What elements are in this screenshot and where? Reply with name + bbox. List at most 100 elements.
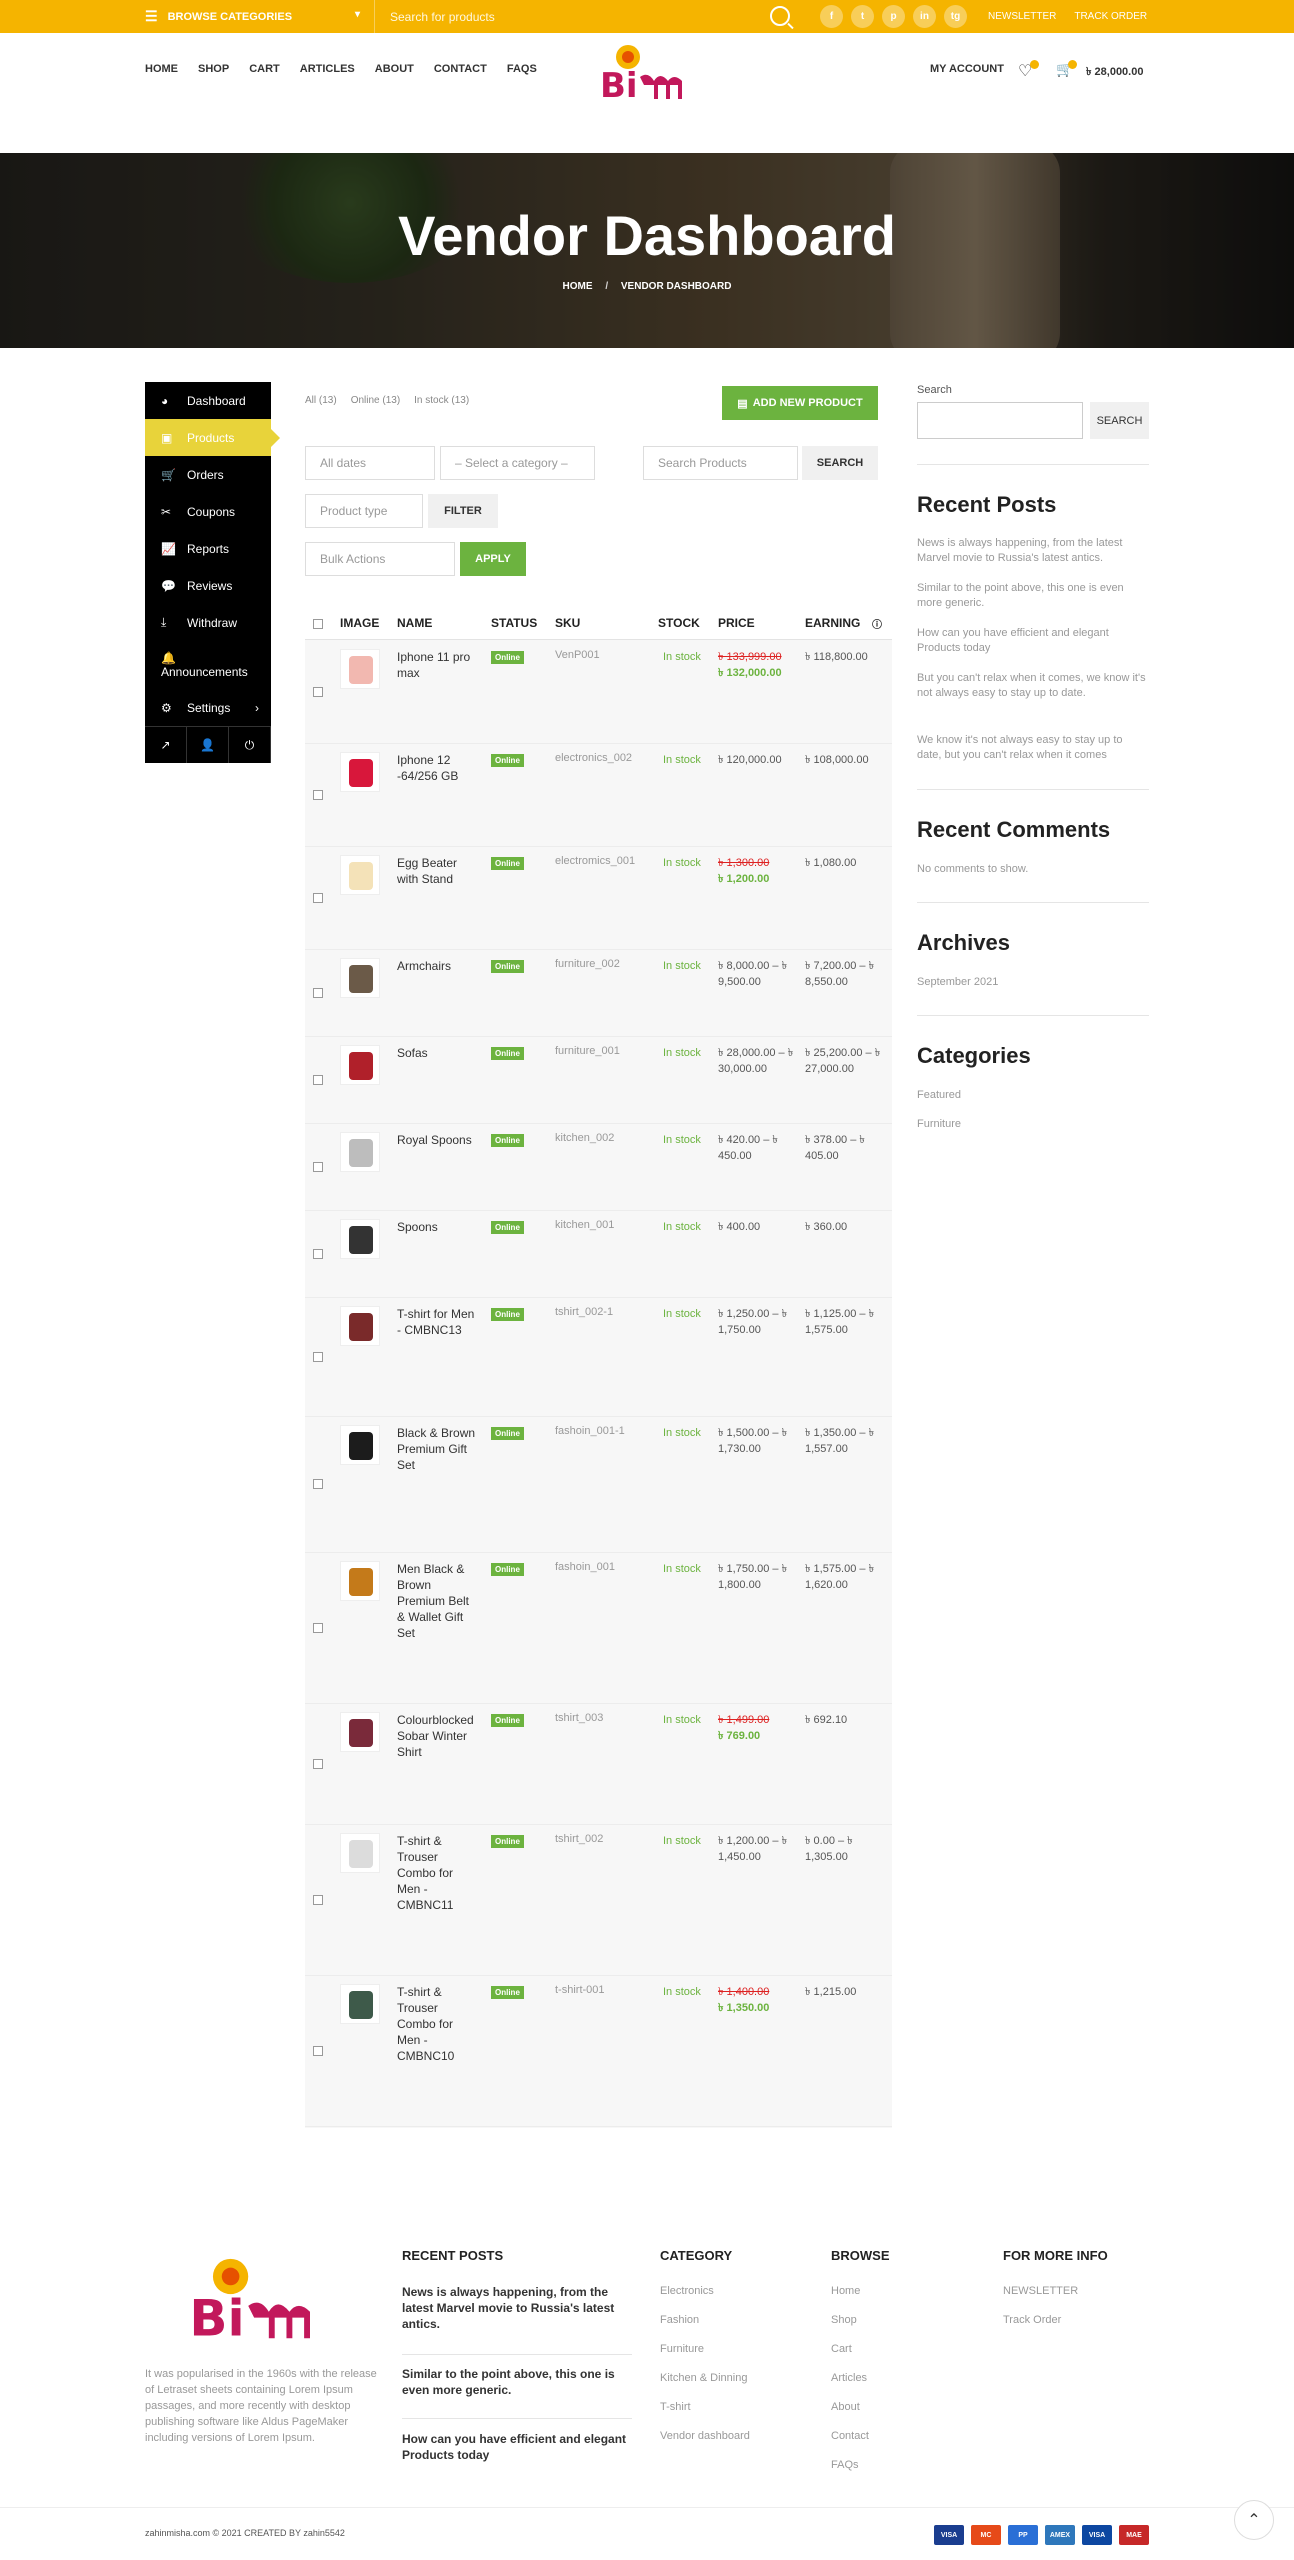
pinterest-icon[interactable]: p — [882, 5, 905, 28]
product-thumbnail[interactable] — [340, 958, 380, 998]
footer-browse-link[interactable]: FAQs — [831, 2459, 859, 2471]
select-all-checkbox[interactable] — [313, 619, 323, 629]
browse-categories-button[interactable]: ☰ BROWSE CATEGORIES ▾ — [145, 0, 375, 33]
footer-category-link[interactable]: Fashion — [660, 2314, 699, 2326]
category-filter-select[interactable]: – Select a category – — [440, 446, 595, 480]
row-checkbox[interactable] — [313, 1759, 323, 1769]
sidebar-item-announcements[interactable]: 🔔 Announcements — [145, 641, 271, 689]
sidebar-item-reviews[interactable]: 💬 Reviews — [145, 567, 271, 604]
filter-online[interactable]: Online (13) — [351, 395, 400, 406]
scroll-to-top-button[interactable]: ⌃ — [1234, 2500, 1274, 2540]
product-thumbnail[interactable] — [340, 855, 380, 895]
track-order-link[interactable]: TRACK ORDER — [1074, 11, 1147, 22]
product-name-link[interactable]: T-shirt & Trouser Combo for Men - CMBNC1… — [397, 1833, 479, 1913]
nav-shop[interactable]: SHOP — [198, 63, 229, 75]
sidebar-item-dashboard[interactable]: ◕ Dashboard — [145, 382, 271, 419]
row-checkbox[interactable] — [313, 1249, 323, 1259]
footer-logo[interactable]: Bi — [180, 2250, 340, 2350]
column-name[interactable]: NAME — [397, 616, 432, 630]
row-checkbox[interactable] — [313, 1352, 323, 1362]
category-link[interactable]: Furniture — [917, 1117, 1149, 1132]
footer-browse-link[interactable]: About — [831, 2401, 860, 2413]
product-thumbnail[interactable] — [340, 1712, 380, 1752]
cart-total[interactable]: ৳ 28,000.00 — [1086, 63, 1143, 82]
facebook-icon[interactable]: f — [820, 5, 843, 28]
linkedin-icon[interactable]: in — [913, 5, 936, 28]
product-thumbnail[interactable] — [340, 1045, 380, 1085]
product-search-input[interactable]: Search Products — [643, 446, 798, 480]
filter-all[interactable]: All (13) — [305, 395, 337, 406]
footer-post-link[interactable]: Similar to the point above, this one is … — [402, 2366, 632, 2398]
row-checkbox[interactable] — [313, 1075, 323, 1085]
product-thumbnail[interactable] — [340, 1219, 380, 1259]
filter-in-stock[interactable]: In stock (13) — [414, 395, 469, 406]
sidebar-search-button[interactable]: SEARCH — [1090, 402, 1149, 439]
visit-store-icon[interactable]: ↗ — [145, 727, 187, 763]
breadcrumb-home[interactable]: HOME — [563, 281, 593, 292]
product-name-link[interactable]: T-shirt & Trouser Combo for Men - CMBNC1… — [397, 1984, 479, 2064]
product-name-link[interactable]: Colourblocked Sobar Winter Shirt — [397, 1712, 479, 1760]
product-thumbnail[interactable] — [340, 1561, 380, 1601]
date-filter-select[interactable]: All dates — [305, 446, 435, 480]
footer-newsletter-link[interactable]: NEWSLETTER — [1003, 2285, 1078, 2297]
footer-category-link[interactable]: Furniture — [660, 2343, 704, 2355]
nav-about[interactable]: ABOUT — [375, 63, 414, 75]
footer-browse-link[interactable]: Cart — [831, 2343, 852, 2355]
product-thumbnail[interactable] — [340, 649, 380, 689]
sidebar-item-settings[interactable]: ⚙ Settings › — [145, 689, 271, 726]
footer-category-link[interactable]: Kitchen & Dinning — [660, 2372, 747, 2384]
filter-button[interactable]: FILTER — [428, 494, 498, 528]
recent-post-link[interactable]: How can you have efficient and elegant P… — [917, 626, 1149, 656]
nav-faqs[interactable]: FAQS — [507, 63, 537, 75]
footer-track-order-link[interactable]: Track Order — [1003, 2314, 1061, 2326]
product-name-link[interactable]: Royal Spoons — [397, 1132, 479, 1148]
product-type-select[interactable]: Product type — [305, 494, 423, 528]
bulk-actions-select[interactable]: Bulk Actions — [305, 542, 455, 576]
row-checkbox[interactable] — [313, 790, 323, 800]
category-link[interactable]: Featured — [917, 1088, 1149, 1103]
recent-post-link[interactable]: But you can't relax when it comes, we kn… — [917, 671, 1149, 701]
nav-cart[interactable]: CART — [249, 63, 280, 75]
product-thumbnail[interactable] — [340, 752, 380, 792]
top-search[interactable]: Search for products — [390, 0, 790, 33]
nav-home[interactable]: HOME — [145, 63, 178, 75]
row-checkbox[interactable] — [313, 687, 323, 697]
archive-link[interactable]: September 2021 — [917, 975, 1149, 990]
product-name-link[interactable]: Armchairs — [397, 958, 479, 974]
footer-browse-link[interactable]: Home — [831, 2285, 860, 2297]
footer-browse-link[interactable]: Shop — [831, 2314, 857, 2326]
row-checkbox[interactable] — [313, 893, 323, 903]
row-checkbox[interactable] — [313, 1479, 323, 1489]
product-name-link[interactable]: Iphone 11 pro max — [397, 649, 479, 681]
product-thumbnail[interactable] — [340, 1984, 380, 2024]
telegram-icon[interactable]: tg — [944, 5, 967, 28]
my-account-link[interactable]: MY ACCOUNT — [930, 63, 1004, 75]
recent-post-link[interactable]: We know it's not always easy to stay up … — [917, 733, 1149, 763]
row-checkbox[interactable] — [313, 1162, 323, 1172]
sidebar-item-withdraw[interactable]: ⤓ Withdraw — [145, 604, 271, 641]
nav-contact[interactable]: CONTACT — [434, 63, 487, 75]
product-name-link[interactable]: T-shirt for Men - CMBNC13 — [397, 1306, 479, 1338]
product-name-link[interactable]: Sofas — [397, 1045, 479, 1061]
column-price[interactable]: PRICE — [718, 616, 755, 630]
sidebar-item-reports[interactable]: 📈 Reports — [145, 530, 271, 567]
product-name-link[interactable]: Black & Brown Premium Gift Set — [397, 1425, 479, 1473]
nav-articles[interactable]: ARTICLES — [300, 63, 355, 75]
site-logo[interactable]: Bi — [598, 39, 698, 107]
product-thumbnail[interactable] — [340, 1833, 380, 1873]
footer-category-link[interactable]: Electronics — [660, 2285, 714, 2297]
profile-icon[interactable]: 👤 — [187, 727, 229, 763]
apply-button[interactable]: APPLY — [460, 542, 526, 576]
search-icon[interactable] — [770, 6, 790, 26]
footer-browse-link[interactable]: Articles — [831, 2372, 867, 2384]
newsletter-link[interactable]: NEWSLETTER — [988, 11, 1056, 22]
product-name-link[interactable]: Men Black & Brown Premium Belt & Wallet … — [397, 1561, 479, 1641]
product-name-link[interactable]: Spoons — [397, 1219, 479, 1235]
column-sku[interactable]: SKU — [555, 616, 580, 630]
product-name-link[interactable]: Iphone 12 -64/256 GB — [397, 752, 479, 784]
twitter-icon[interactable]: t — [851, 5, 874, 28]
product-thumbnail[interactable] — [340, 1306, 380, 1346]
sidebar-search-input[interactable] — [917, 402, 1083, 439]
product-thumbnail[interactable] — [340, 1425, 380, 1465]
logout-icon[interactable]: ⏻ — [229, 727, 271, 763]
